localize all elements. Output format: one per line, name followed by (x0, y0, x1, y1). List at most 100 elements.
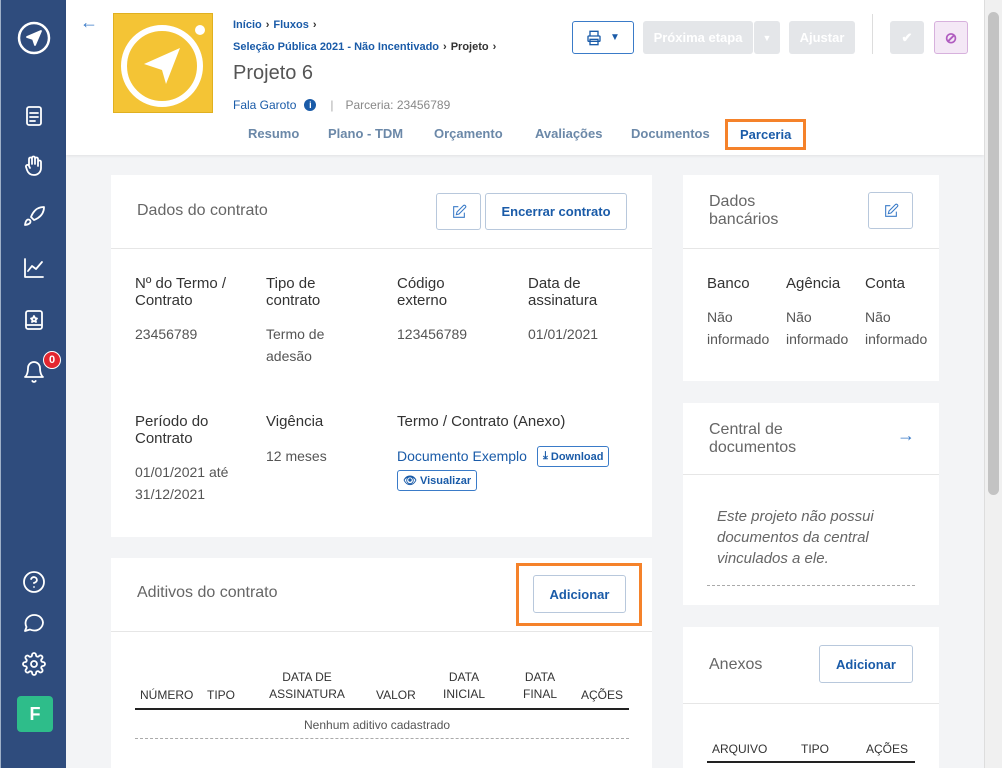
code-label: Código externo (397, 275, 448, 309)
account-value: Não informado (865, 309, 928, 347)
header-divider (872, 14, 873, 54)
add-annex-button[interactable]: Adicionar (819, 645, 913, 683)
tab-resumo[interactable]: Resumo (248, 126, 299, 141)
code-value: 123456789 (397, 326, 468, 342)
partnership-number: Parceria: 23456789 (345, 98, 451, 112)
tab-documentos[interactable]: Documentos (631, 126, 710, 141)
book-icon[interactable] (18, 304, 50, 336)
view-button[interactable]: 👁 Visualizar (397, 470, 478, 491)
settings-icon[interactable] (18, 648, 50, 680)
annexes-card: Anexos Adicionar ARQUIVO TIPO AÇÕES (683, 627, 939, 768)
account-label: Conta (865, 275, 906, 292)
col-arquivo: ARQUIVO (712, 742, 768, 756)
chart-icon[interactable] (18, 252, 50, 284)
download-button[interactable]: ⤓ Download (537, 446, 610, 467)
col-tipo: TIPO (801, 742, 830, 756)
next-step-dropdown[interactable]: ▼ (754, 21, 780, 54)
project-logo (113, 13, 213, 113)
col-acoes: AÇÕES (581, 688, 624, 702)
page-title: Projeto 6 (233, 62, 314, 84)
attachment-link[interactable]: Documento Exemplo (397, 448, 527, 464)
info-icon[interactable]: i (304, 99, 317, 111)
scrollbar[interactable] (984, 0, 1002, 768)
contract-title: Dados do contrato (137, 202, 268, 219)
table-header-line (707, 761, 915, 763)
download-label: Download (550, 450, 604, 463)
attachment-label: Termo / Contrato (Anexo) (397, 413, 566, 430)
divider: | (330, 98, 334, 112)
notification-badge: 0 (43, 351, 61, 369)
type-label: Tipo de contrato (266, 275, 321, 309)
chevron-down-icon: ▼ (762, 32, 772, 43)
divider (683, 703, 939, 704)
breadcrumb-home[interactable]: Início (233, 19, 262, 31)
highlight-box (516, 563, 642, 626)
doc-center-title: Central de documentos (709, 421, 797, 456)
scrollbar-thumb[interactable] (988, 12, 999, 495)
approve-button[interactable]: ✔ (890, 21, 924, 54)
bank-value: Não informado (707, 309, 770, 347)
validity-label: Vigência (266, 413, 324, 430)
project-header: ← Início › Fluxos › Seleção Pública 2021 - … (66, 0, 984, 155)
user-avatar[interactable]: F (17, 696, 53, 732)
table-row-line (135, 738, 629, 739)
table-header-line (135, 708, 629, 710)
term-label: Nº do Termo / Contrato (135, 275, 227, 309)
rocket-icon[interactable] (18, 201, 50, 233)
addenda-title: Aditivos do contrato (137, 584, 278, 601)
tab-avaliacoes[interactable]: Avaliações (535, 126, 602, 141)
next-step-button[interactable]: Próxima etapa (643, 21, 753, 54)
block-icon: ⊘ (944, 29, 958, 47)
col-acoes: AÇÕES (866, 742, 909, 756)
project-subtitle: Fala Garoto i | Parceria: 23456789 (233, 98, 450, 112)
breadcrumb-fluxos[interactable]: Fluxos (273, 19, 308, 31)
col-data-assinatura: DATA DE ASSINATURA (269, 670, 345, 701)
sidebar: 0 F (0, 0, 66, 768)
breadcrumb-selection[interactable]: Seleção Pública 2021 - Não Incentivado (233, 41, 439, 53)
divider (707, 585, 915, 586)
print-button[interactable]: ▼ (572, 21, 634, 54)
sign-label: Data de assinatura (528, 275, 598, 309)
col-valor: VALOR (376, 688, 416, 702)
term-value: 23456789 (135, 326, 198, 342)
close-contract-button[interactable]: Encerrar contrato (485, 193, 627, 230)
divider (111, 248, 652, 249)
col-numero: NÚMERO (140, 688, 194, 702)
period-label: Período do Contrato (135, 413, 209, 447)
bank-card: Dados bancários Banco Agência Conta Não … (683, 175, 939, 381)
edit-contract-button[interactable] (436, 193, 481, 230)
app-logo-icon[interactable] (16, 20, 52, 56)
help-icon[interactable] (18, 566, 50, 598)
validity-value: 12 meses (266, 448, 327, 464)
arrow-right-icon[interactable]: → (897, 425, 915, 446)
document-icon[interactable] (18, 100, 50, 132)
divider (683, 474, 939, 475)
divider (111, 631, 652, 632)
edit-icon (452, 204, 466, 218)
empty-message: Nenhum aditivo cadastrado (304, 718, 451, 732)
breadcrumb: Início › Fluxos › (233, 19, 317, 31)
breadcrumb-line-2: Seleção Pública 2021 - Não Incentivado › P… (233, 41, 497, 53)
reject-button[interactable]: ⊘ (934, 21, 968, 54)
back-arrow-icon[interactable]: ← (80, 12, 98, 33)
col-tipo: TIPO (207, 688, 236, 702)
tab-plano[interactable]: Plano - TDM (328, 126, 403, 141)
agency-label: Agência (786, 275, 841, 292)
owner-link[interactable]: Fala Garoto (233, 98, 296, 112)
tab-orcamento[interactable]: Orçamento (434, 126, 503, 141)
printer-icon (587, 30, 601, 45)
agency-value: Não informado (786, 309, 849, 347)
tab-parceria[interactable]: Parceria (725, 119, 807, 150)
annexes-title: Anexos (709, 656, 763, 673)
chat-icon[interactable] (18, 607, 50, 639)
chevron-down-icon: ▼ (610, 32, 620, 43)
adjust-button[interactable]: Ajustar (789, 21, 855, 54)
hand-heart-icon[interactable] (18, 150, 50, 182)
edit-bank-button[interactable] (868, 192, 913, 229)
edit-icon (884, 203, 898, 217)
doc-center-note: Este projeto não possui documentos da ce… (717, 508, 874, 567)
divider (683, 248, 939, 249)
view-label: Visualizar (419, 474, 472, 487)
type-value: Termo de adesão (266, 326, 325, 364)
bank-label: Banco (707, 275, 750, 292)
